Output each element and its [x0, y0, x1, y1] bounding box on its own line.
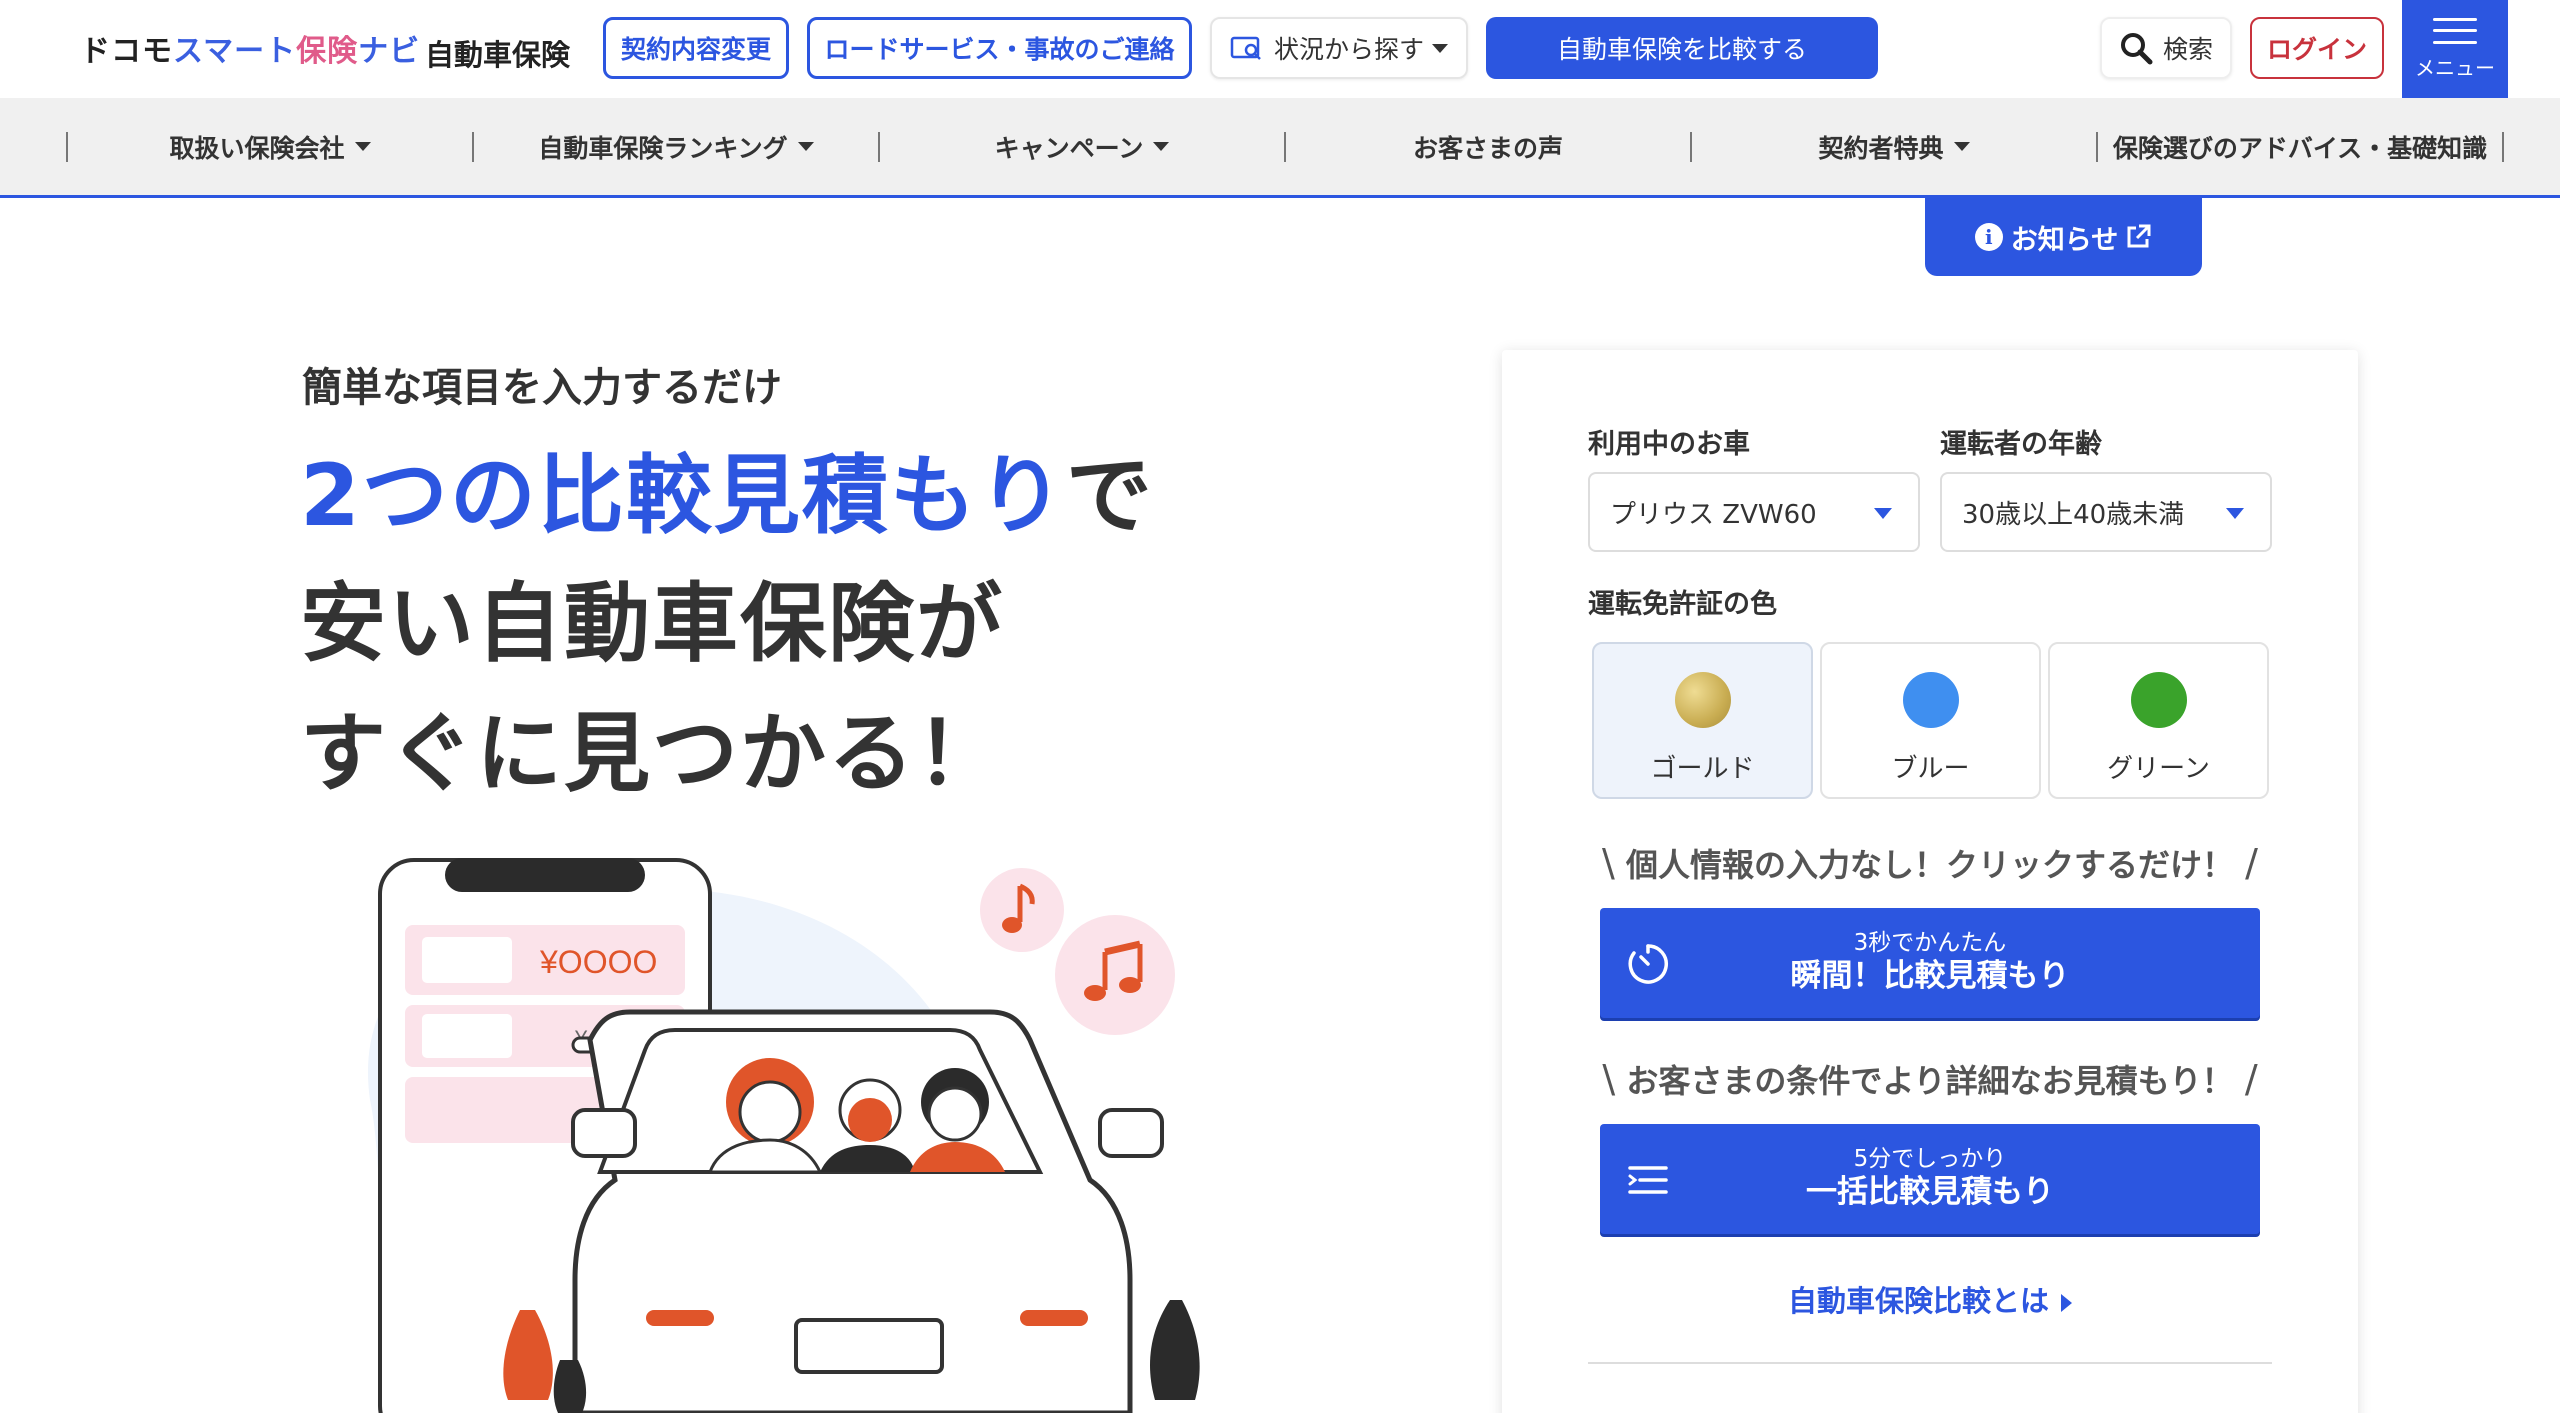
car-select[interactable]: プリウス ZVW60 — [1588, 472, 1920, 552]
search-icon — [2119, 31, 2153, 65]
login-button[interactable]: ログイン — [2250, 17, 2384, 79]
nav-item-member-benefits[interactable]: 契約者特典 — [1690, 131, 2096, 163]
car-illustration — [571, 1009, 1164, 1413]
car-select-value: プリウス ZVW60 — [1610, 499, 1817, 530]
price-main: ¥OOOO — [539, 944, 657, 980]
global-nav: 取扱い保険会社 自動車保険ランキング キャンペーン お客さまの声 契約者特典 保… — [0, 98, 2560, 198]
search-by-situation-button[interactable]: 状況から探す — [1210, 17, 1468, 79]
section-label: 自動車保険 — [425, 38, 571, 72]
timer-icon — [1626, 942, 1670, 990]
license-option-label: ゴールド — [1650, 754, 1755, 784]
chevron-down-icon — [354, 142, 371, 151]
search-button[interactable]: 検索 — [2100, 17, 2232, 79]
bulk-estimate-button[interactable]: 5分でしっかり 一括比較見積もり — [1600, 1124, 2260, 1234]
hero-illustration: ¥OOOO ¥△△△△ — [330, 840, 1230, 1413]
green-swatch-icon — [2130, 672, 2187, 728]
tree-right-illustration — [1150, 1300, 1200, 1400]
license-option-label: グリーン — [2107, 754, 2210, 784]
chevron-down-icon — [797, 142, 814, 151]
bulk-estimate-label: 一括比較見積もり — [1806, 1174, 2054, 1211]
search-situation-label: 状況から探す — [1273, 35, 1424, 64]
gold-swatch-icon — [1674, 672, 1731, 728]
nav-item-ranking[interactable]: 自動車保険ランキング — [472, 131, 878, 163]
dropdown-arrow-icon — [1874, 508, 1892, 519]
hero-headline-rest: で — [1065, 446, 1154, 546]
chevron-down-icon — [1953, 142, 1970, 151]
external-link-icon — [2124, 223, 2152, 251]
detailed-estimate-tagline: \ お客さまの条件でより詳細なお見積もり！ / — [1602, 1057, 2258, 1101]
hero-headline-line2: 安い自動車保険が — [300, 574, 1004, 674]
search-situation-icon — [1230, 35, 1264, 61]
nav-item-campaign[interactable]: キャンペーン — [878, 131, 1284, 163]
nav-item-advice[interactable]: 保険選びのアドバイス・基礎知識 — [2096, 131, 2504, 163]
age-field-label: 運転者の年齢 — [1940, 429, 2102, 460]
about-comparison-link[interactable]: 自動車保険比較とは — [1502, 1278, 2358, 1320]
quick-estimate-tagline: \ 個人情報の入力なし！クリックするだけ！ / — [1602, 841, 2258, 885]
license-option-green[interactable]: グリーン — [2048, 642, 2269, 799]
instant-estimate-label: 瞬間！比較見積もり — [1790, 958, 2070, 995]
hero-eyebrow: 簡単な項目を入力するだけ — [302, 365, 782, 411]
license-option-blue[interactable]: ブルー — [1820, 642, 2041, 799]
license-option-gold[interactable]: ゴールド — [1592, 642, 1813, 799]
chevron-down-icon — [1153, 142, 1170, 151]
instant-estimate-button[interactable]: 3秒でかんたん 瞬間！比較見積もり — [1600, 908, 2260, 1018]
license-color-label: 運転免許証の色 — [1588, 589, 1777, 620]
bulk-estimate-sub: 5分でしっかり — [1853, 1145, 2007, 1172]
notice-button[interactable]: i お知らせ — [1925, 198, 2202, 276]
site-logo[interactable]: ドコモ スマート 保険 ナビ — [80, 26, 420, 70]
dropdown-arrow-icon — [2226, 508, 2244, 519]
contract-change-button[interactable]: 契約内容変更 — [603, 17, 789, 79]
list-icon — [1626, 1158, 1670, 1206]
age-select-value: 30歳以上40歳未満 — [1962, 499, 2185, 530]
compare-insurance-button[interactable]: 自動車保険を比較する — [1486, 17, 1878, 79]
music-note-icon — [980, 868, 1064, 952]
info-icon: i — [1974, 223, 2003, 251]
hero-headline-line3: すぐに見つかる！ — [300, 704, 1004, 804]
hamburger-icon — [2433, 17, 2477, 44]
hero-headline-accent: 2つの比較見積もり — [300, 446, 1066, 546]
age-select[interactable]: 30歳以上40歳未満 — [1940, 472, 2272, 552]
menu-label: メニュー — [2415, 55, 2495, 80]
music-notes-icon — [1055, 915, 1175, 1035]
license-option-label: ブルー — [1891, 754, 1970, 784]
road-service-button[interactable]: ロードサービス・事故のご連絡 — [807, 17, 1192, 79]
search-label: 検索 — [2162, 35, 2213, 64]
chevron-down-icon — [1432, 43, 1448, 53]
hero-headline-line1: 2つの比較見積もりで — [300, 425, 1154, 550]
estimate-form-card: 利用中のお車 運転者の年齢 プリウス ZVW60 30歳以上40歳未満 運転免許… — [1502, 350, 2358, 1413]
card-divider — [1588, 1362, 2272, 1364]
chevron-right-icon — [2061, 1294, 2072, 1312]
menu-button[interactable]: メニュー — [2402, 0, 2508, 98]
notice-label: お知らせ — [2010, 224, 2119, 256]
nav-item-customer-voices[interactable]: お客さまの声 — [1284, 131, 1690, 163]
site-header: ドコモ スマート 保険 ナビ 自動車保険 契約内容変更 ロードサービス・事故のご連絡 … — [0, 0, 2560, 98]
blue-swatch-icon — [1902, 672, 1959, 728]
nav-item-insurers[interactable]: 取扱い保険会社 — [66, 131, 472, 163]
car-field-label: 利用中のお車 — [1588, 429, 1750, 460]
instant-estimate-sub: 3秒でかんたん — [1853, 929, 2007, 956]
